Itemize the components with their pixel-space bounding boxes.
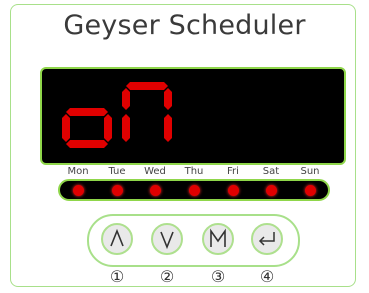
day-led-sat: [265, 185, 277, 196]
button-number-2: ②: [159, 267, 175, 286]
day-label-wed: Wed: [144, 166, 166, 177]
app-title: Geyser Scheduler: [63, 10, 306, 41]
day-led-wed: [149, 185, 161, 196]
enter-return-icon: [258, 232, 275, 246]
button-number-3: ③: [210, 267, 226, 286]
segment-e: [122, 114, 130, 142]
segment-digit-n: [122, 82, 172, 142]
day-label-sun: Sun: [300, 166, 320, 177]
down-button[interactable]: [151, 223, 183, 255]
segment-digit-o: [62, 108, 112, 148]
segment-c: [164, 114, 172, 142]
seven-segment-display: [40, 67, 346, 165]
segment-f: [122, 88, 130, 110]
day-led-mon: [72, 185, 84, 196]
day-label-sat: Sat: [262, 166, 280, 177]
day-led-tue: [111, 185, 123, 196]
mode-m-icon: [210, 228, 226, 247]
segment-c: [104, 114, 112, 142]
day-label-fri: Fri: [227, 166, 239, 177]
day-label-tue: Tue: [108, 166, 126, 177]
segment-a: [126, 82, 168, 90]
caret-down-icon: [160, 231, 174, 250]
button-number-4: ④: [259, 267, 275, 286]
button-number-1: ①: [109, 267, 125, 286]
day-label-mon: Mon: [67, 166, 89, 177]
segment-d: [66, 140, 108, 148]
segment-b: [164, 88, 172, 110]
up-button[interactable]: [101, 223, 133, 255]
day-led-strip: [58, 179, 330, 201]
segment-g: [66, 108, 108, 116]
day-led-fri: [227, 185, 239, 196]
segment-e: [62, 114, 70, 142]
weekday-labels: Mon Tue Wed Thu Fri Sat Sun: [0, 166, 369, 180]
mode-button[interactable]: [202, 223, 234, 255]
day-led-sun: [304, 185, 316, 196]
caret-up-icon: [110, 228, 124, 247]
enter-button[interactable]: [251, 223, 283, 255]
day-led-thu: [188, 185, 200, 196]
display-readout: [62, 82, 172, 148]
day-label-thu: Thu: [184, 166, 204, 177]
